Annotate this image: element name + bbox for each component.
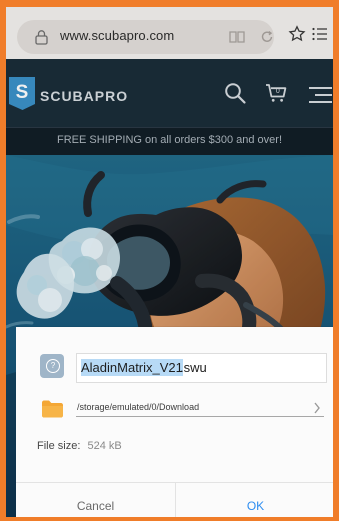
chevron-right-icon[interactable] — [312, 401, 322, 415]
file-size-row: File size: 524 kB — [37, 440, 122, 452]
filename-input[interactable]: AladinMatrix_V21 .swu — [76, 353, 327, 383]
phone-screen: www.scubapro.com S SCUBAPRO 0 FREE SHIPP… — [6, 7, 333, 517]
ok-button[interactable]: OK — [176, 483, 333, 517]
dialog-body: ? AladinMatrix_V21 .swu /storage/emulate… — [16, 327, 333, 517]
help-file-icon: ? — [40, 354, 64, 378]
save-file-dialog: ? AladinMatrix_V21 .swu /storage/emulate… — [16, 327, 333, 517]
file-size-value: 524 kB — [87, 440, 122, 452]
cancel-button[interactable]: Cancel — [16, 483, 176, 517]
filename-selected-text: AladinMatrix_V21 — [81, 359, 183, 376]
filename-extension: .swu — [180, 360, 207, 375]
path-underline — [76, 416, 324, 417]
file-size-label: File size: — [37, 440, 81, 452]
question-mark-icon: ? — [46, 359, 60, 373]
dialog-actions: Cancel OK — [16, 482, 333, 517]
download-path[interactable]: /storage/emulated/0/Download — [77, 402, 199, 412]
folder-icon[interactable] — [40, 397, 65, 421]
